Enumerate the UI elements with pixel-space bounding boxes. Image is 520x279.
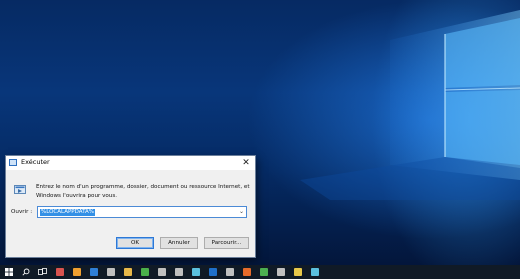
open-label: Ouvrir : — [11, 209, 33, 215]
calculator-icon[interactable] — [51, 265, 68, 279]
taskbar — [0, 265, 520, 279]
search-icon[interactable] — [17, 265, 34, 279]
outlook-icon[interactable] — [204, 265, 221, 279]
dialog-titlebar[interactable]: Exécuter ✕ — [6, 156, 255, 170]
edge-icon[interactable] — [85, 265, 102, 279]
app-icon[interactable] — [170, 265, 187, 279]
ok-button[interactable]: OK — [116, 237, 154, 249]
file-explorer-icon[interactable] — [119, 265, 136, 279]
cancel-button[interactable]: Annuler — [160, 237, 198, 249]
close-button[interactable]: ✕ — [237, 156, 255, 170]
app-icon[interactable] — [289, 265, 306, 279]
app-icon[interactable] — [306, 265, 323, 279]
app-icon[interactable] — [102, 265, 119, 279]
dialog-description: Entrez le nom d'un programme, dossier, d… — [36, 184, 250, 199]
run-dialog: Exécuter ✕ Entrez le nom d'un programme,… — [6, 156, 255, 257]
open-combobox[interactable]: %LOCALAPPDATA% ⌄ — [37, 206, 247, 218]
start-icon[interactable] — [0, 265, 17, 279]
chevron-down-icon[interactable]: ⌄ — [239, 208, 244, 215]
browse-button[interactable]: Parcourir... — [204, 237, 249, 249]
app-icon[interactable] — [187, 265, 204, 279]
run-icon — [14, 185, 26, 194]
open-input-value[interactable]: %LOCALAPPDATA% — [40, 209, 96, 216]
run-app-icon — [9, 159, 17, 166]
dialog-title: Exécuter — [21, 158, 50, 166]
store-icon[interactable] — [68, 265, 85, 279]
media-icon[interactable] — [136, 265, 153, 279]
chrome-icon[interactable] — [255, 265, 272, 279]
app-icon[interactable] — [153, 265, 170, 279]
task-view-icon[interactable] — [34, 265, 51, 279]
app-icon[interactable] — [272, 265, 289, 279]
firefox-icon[interactable] — [238, 265, 255, 279]
app-icon[interactable] — [221, 265, 238, 279]
